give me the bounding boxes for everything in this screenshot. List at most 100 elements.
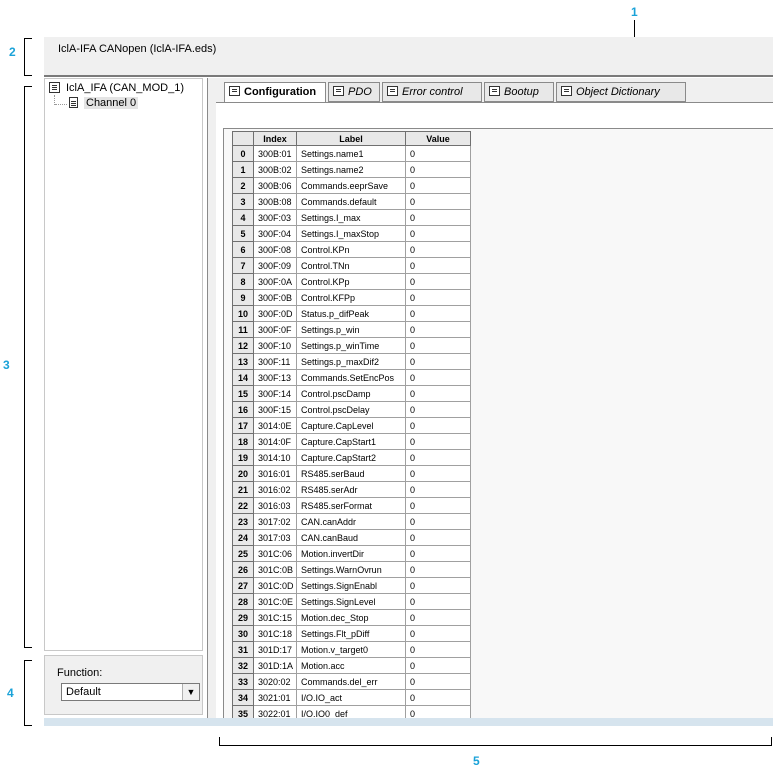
column-header-value[interactable]: Value xyxy=(405,131,471,146)
value-cell[interactable]: 0 xyxy=(405,673,471,690)
table-row[interactable]: 30 301C:18 Settings.Flt_pDiff 0 xyxy=(232,625,471,642)
value-cell[interactable]: 0 xyxy=(405,625,471,642)
table-row[interactable]: 28 301C:0E Settings.SignLevel 0 xyxy=(232,593,471,610)
table-row[interactable]: 2 300B:06 Commands.eeprSave 0 xyxy=(232,177,471,194)
table-row[interactable]: 24 3017:03 CAN.canBaud 0 xyxy=(232,529,471,546)
value-cell[interactable]: 0 xyxy=(405,337,471,354)
value-cell[interactable]: 0 xyxy=(405,513,471,530)
row-number: 33 xyxy=(232,673,254,690)
label-cell: Capture.CapLevel xyxy=(296,417,406,434)
callout-4: 4 xyxy=(7,686,14,700)
table-row[interactable]: 20 3016:01 RS485.serBaud 0 xyxy=(232,465,471,482)
table-row[interactable]: 16 300F:15 Control.pscDelay 0 xyxy=(232,401,471,418)
table-row[interactable]: 12 300F:10 Settings.p_winTime 0 xyxy=(232,337,471,354)
table-row[interactable]: 32 301D:1A Motion.acc 0 xyxy=(232,657,471,674)
index-cell: 3014:10 xyxy=(253,449,297,466)
value-cell[interactable]: 0 xyxy=(405,273,471,290)
table-row[interactable]: 18 3014:0F Capture.CapStart1 0 xyxy=(232,433,471,450)
table-row[interactable]: 25 301C:06 Motion.invertDir 0 xyxy=(232,545,471,562)
function-select[interactable]: Default ▼ xyxy=(61,683,200,701)
value-cell[interactable]: 0 xyxy=(405,545,471,562)
tab-bootup[interactable]: Bootup xyxy=(484,82,554,102)
row-number: 23 xyxy=(232,513,254,530)
value-cell[interactable]: 0 xyxy=(405,177,471,194)
value-cell[interactable]: 0 xyxy=(405,321,471,338)
value-cell[interactable]: 0 xyxy=(405,481,471,498)
value-cell[interactable]: 0 xyxy=(405,577,471,594)
tab-object-dictionary[interactable]: Object Dictionary xyxy=(556,82,686,102)
table-row[interactable]: 14 300F:13 Commands.SetEncPos 0 xyxy=(232,369,471,386)
table-row[interactable]: 4 300F:03 Settings.I_max 0 xyxy=(232,209,471,226)
table-row[interactable]: 13 300F:11 Settings.p_maxDif2 0 xyxy=(232,353,471,370)
table-row[interactable]: 17 3014:0E Capture.CapLevel 0 xyxy=(232,417,471,434)
status-strip xyxy=(44,718,773,726)
column-header-label[interactable]: Label xyxy=(296,131,406,146)
table-row[interactable]: 11 300F:0F Settings.p_win 0 xyxy=(232,321,471,338)
index-cell: 301C:0E xyxy=(253,593,297,610)
value-cell[interactable]: 0 xyxy=(405,369,471,386)
value-cell[interactable]: 0 xyxy=(405,225,471,242)
column-header-index[interactable]: Index xyxy=(253,131,297,146)
table-row[interactable]: 0 300B:01 Settings.name1 0 xyxy=(232,145,471,162)
value-cell[interactable]: 0 xyxy=(405,705,471,718)
tab-configuration[interactable]: Configuration xyxy=(224,82,326,104)
table-row[interactable]: 9 300F:0B Control.KFPp 0 xyxy=(232,289,471,306)
value-cell[interactable]: 0 xyxy=(405,209,471,226)
index-cell: 300B:01 xyxy=(253,145,297,162)
table-row[interactable]: 19 3014:10 Capture.CapStart2 0 xyxy=(232,449,471,466)
value-cell[interactable]: 0 xyxy=(405,561,471,578)
tree-item-channel-0[interactable]: Channel 0 xyxy=(69,97,139,109)
tree-root[interactable]: IclA_IFA (CAN_MOD_1) xyxy=(49,82,184,94)
index-cell: 3016:02 xyxy=(253,481,297,498)
value-cell[interactable]: 0 xyxy=(405,305,471,322)
table-row[interactable]: 34 3021:01 I/O.IO_act 0 xyxy=(232,689,471,706)
value-cell[interactable]: 0 xyxy=(405,401,471,418)
value-cell[interactable]: 0 xyxy=(405,449,471,466)
value-cell[interactable]: 0 xyxy=(405,241,471,258)
value-cell[interactable]: 0 xyxy=(405,497,471,514)
chevron-down-icon[interactable]: ▼ xyxy=(182,684,199,700)
label-cell: RS485.serAdr xyxy=(296,481,406,498)
table-row[interactable]: 29 301C:15 Motion.dec_Stop 0 xyxy=(232,609,471,626)
value-cell[interactable]: 0 xyxy=(405,609,471,626)
table-row[interactable]: 23 3017:02 CAN.canAddr 0 xyxy=(232,513,471,530)
table-row[interactable]: 27 301C:0D Settings.SignEnabl 0 xyxy=(232,577,471,594)
table-row[interactable]: 3 300B:08 Commands.default 0 xyxy=(232,193,471,210)
value-cell[interactable]: 0 xyxy=(405,417,471,434)
table-row[interactable]: 35 3022:01 I/O.IO0_def 0 xyxy=(232,705,471,718)
value-cell[interactable]: 0 xyxy=(405,193,471,210)
table-row[interactable]: 7 300F:09 Control.TNn 0 xyxy=(232,257,471,274)
tab-pdo[interactable]: PDO xyxy=(328,82,380,102)
value-cell[interactable]: 0 xyxy=(405,641,471,658)
value-cell[interactable]: 0 xyxy=(405,385,471,402)
value-cell[interactable]: 0 xyxy=(405,289,471,306)
table-row[interactable]: 5 300F:04 Settings.I_maxStop 0 xyxy=(232,225,471,242)
value-cell[interactable]: 0 xyxy=(405,657,471,674)
value-cell[interactable]: 0 xyxy=(405,465,471,482)
index-cell: 301C:06 xyxy=(253,545,297,562)
table-row[interactable]: 31 301D:17 Motion.v_target0 0 xyxy=(232,641,471,658)
value-cell[interactable]: 0 xyxy=(405,353,471,370)
value-cell[interactable]: 0 xyxy=(405,593,471,610)
value-cell[interactable]: 0 xyxy=(405,145,471,162)
value-cell[interactable]: 0 xyxy=(405,529,471,546)
table-row[interactable]: 1 300B:02 Settings.name2 0 xyxy=(232,161,471,178)
table-row[interactable]: 8 300F:0A Control.KPp 0 xyxy=(232,273,471,290)
tab-error-control[interactable]: Error control xyxy=(382,82,482,102)
row-number: 22 xyxy=(232,497,254,514)
value-cell[interactable]: 0 xyxy=(405,433,471,450)
table-row[interactable]: 6 300F:08 Control.KPn 0 xyxy=(232,241,471,258)
grid-corner xyxy=(232,131,254,146)
table-row[interactable]: 33 3020:02 Commands.del_err 0 xyxy=(232,673,471,690)
value-cell[interactable]: 0 xyxy=(405,161,471,178)
row-number: 24 xyxy=(232,529,254,546)
table-row[interactable]: 15 300F:14 Control.pscDamp 0 xyxy=(232,385,471,402)
label-cell: Settings.name1 xyxy=(296,145,406,162)
table-row[interactable]: 22 3016:03 RS485.serFormat 0 xyxy=(232,497,471,514)
configuration-grid[interactable]: Index Label Value 0 300B:01 Settings.name1… xyxy=(232,131,471,718)
table-row[interactable]: 26 301C:0B Settings.WarnOvrun 0 xyxy=(232,561,471,578)
value-cell[interactable]: 0 xyxy=(405,257,471,274)
table-row[interactable]: 21 3016:02 RS485.serAdr 0 xyxy=(232,481,471,498)
value-cell[interactable]: 0 xyxy=(405,689,471,706)
table-row[interactable]: 10 300F:0D Status.p_difPeak 0 xyxy=(232,305,471,322)
